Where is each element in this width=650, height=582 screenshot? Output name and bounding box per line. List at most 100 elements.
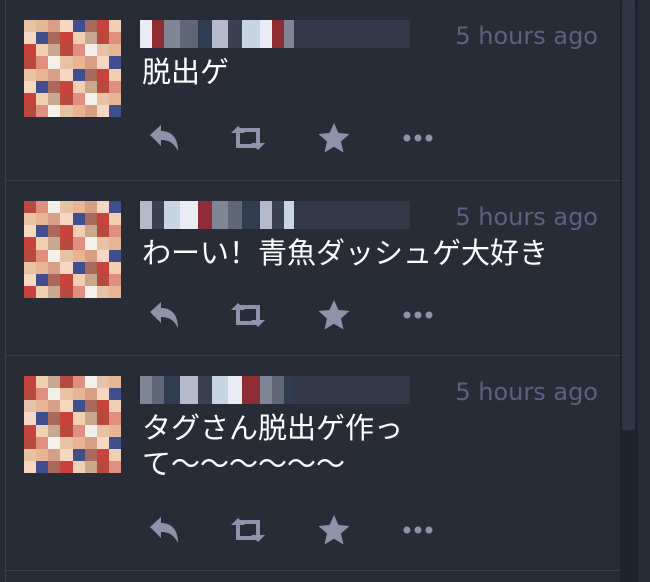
avatar-pixel bbox=[48, 80, 61, 93]
more-button[interactable] bbox=[398, 118, 438, 158]
avatar[interactable] bbox=[24, 20, 121, 117]
boost-button[interactable] bbox=[228, 295, 268, 335]
favourite-button[interactable] bbox=[314, 510, 354, 550]
avatar-pixel bbox=[96, 261, 109, 274]
avatar-pixel bbox=[108, 436, 121, 449]
avatar-pixel bbox=[60, 376, 73, 389]
avatar-pixel bbox=[84, 400, 97, 413]
name-pixel bbox=[284, 20, 294, 48]
avatar-pixel bbox=[108, 273, 121, 286]
avatar-pixel bbox=[36, 56, 49, 69]
avatar-pixel bbox=[96, 412, 109, 425]
avatar-pixel bbox=[84, 56, 97, 69]
avatar-pixel bbox=[24, 249, 37, 262]
avatar-pixel bbox=[72, 56, 85, 69]
name-pixel bbox=[152, 201, 164, 229]
avatar-pixel bbox=[60, 249, 73, 262]
reply-icon bbox=[150, 302, 178, 328]
avatar-pixel bbox=[96, 225, 109, 238]
avatar-pixel bbox=[108, 400, 121, 413]
name-pixel bbox=[212, 201, 228, 229]
boost-button[interactable] bbox=[228, 510, 268, 550]
avatar-pixel bbox=[72, 412, 85, 425]
name-pixel bbox=[272, 20, 284, 48]
avatar-pixel bbox=[36, 460, 49, 473]
name-pixel bbox=[198, 376, 212, 404]
avatar-pixel bbox=[60, 104, 73, 117]
avatar-pixel bbox=[24, 56, 37, 69]
avatar-pixel bbox=[72, 92, 85, 105]
boost-button[interactable] bbox=[228, 118, 268, 158]
favourite-button[interactable] bbox=[314, 295, 354, 335]
avatar-pixel bbox=[60, 201, 73, 214]
avatar-pixel bbox=[60, 261, 73, 274]
avatar-pixel bbox=[24, 92, 37, 105]
more-button[interactable] bbox=[398, 510, 438, 550]
name-pixel bbox=[180, 20, 198, 48]
favourite-button[interactable] bbox=[314, 118, 354, 158]
avatar-pixel bbox=[36, 285, 49, 298]
avatar-pixel bbox=[72, 225, 85, 238]
name-pixel bbox=[354, 376, 380, 404]
timestamp[interactable]: 5 hours ago bbox=[455, 22, 598, 50]
avatar-pixel bbox=[96, 20, 109, 33]
avatar-pixel bbox=[36, 273, 49, 286]
reply-button[interactable] bbox=[144, 118, 184, 158]
display-name[interactable] bbox=[140, 201, 410, 229]
avatar-pixel bbox=[24, 424, 37, 437]
avatar-pixel bbox=[24, 376, 37, 389]
avatar-pixel bbox=[24, 104, 37, 117]
timestamp[interactable]: 5 hours ago bbox=[455, 378, 598, 406]
name-pixel bbox=[380, 376, 410, 404]
avatar-pixel bbox=[24, 32, 37, 45]
avatar-pixel bbox=[96, 213, 109, 226]
avatar-pixel bbox=[96, 424, 109, 437]
action-bar bbox=[144, 510, 444, 550]
avatar-pixel bbox=[84, 237, 97, 250]
name-pixel bbox=[324, 201, 354, 229]
avatar-pixel bbox=[48, 104, 61, 117]
avatar[interactable] bbox=[24, 376, 121, 473]
avatar-pixel bbox=[108, 80, 121, 93]
avatar-pixel bbox=[72, 273, 85, 286]
avatar-pixel bbox=[48, 249, 61, 262]
avatar-pixel bbox=[96, 400, 109, 413]
avatar-pixel bbox=[108, 225, 121, 238]
avatar-pixel bbox=[72, 424, 85, 437]
avatar-pixel bbox=[96, 44, 109, 57]
display-name[interactable] bbox=[140, 20, 410, 48]
avatar-pixel bbox=[48, 237, 61, 250]
display-name[interactable] bbox=[140, 376, 410, 404]
avatar-pixel bbox=[48, 400, 61, 413]
avatar-pixel bbox=[84, 448, 97, 461]
more-button[interactable] bbox=[398, 295, 438, 335]
avatar-pixel bbox=[24, 400, 37, 413]
avatar[interactable] bbox=[24, 201, 121, 298]
avatar-pixel bbox=[36, 237, 49, 250]
name-pixel bbox=[140, 20, 152, 48]
reply-button[interactable] bbox=[144, 510, 184, 550]
avatar-pixel bbox=[72, 32, 85, 45]
status-item: 5 hours ago わーい！青魚ダッシュゲ大好き bbox=[6, 181, 620, 356]
avatar-pixel bbox=[48, 92, 61, 105]
avatar-pixel bbox=[96, 92, 109, 105]
reply-button[interactable] bbox=[144, 295, 184, 335]
avatar-pixel bbox=[72, 20, 85, 33]
avatar-pixel bbox=[108, 424, 121, 437]
avatar-pixel bbox=[60, 273, 73, 286]
avatar-pixel bbox=[108, 201, 121, 214]
avatar-pixel bbox=[96, 249, 109, 262]
timestamp[interactable]: 5 hours ago bbox=[455, 203, 598, 231]
avatar-pixel bbox=[60, 412, 73, 425]
avatar-pixel bbox=[36, 104, 49, 117]
avatar-pixel bbox=[108, 68, 121, 81]
name-pixel bbox=[242, 376, 260, 404]
avatar-pixel bbox=[96, 376, 109, 389]
avatar-pixel bbox=[108, 237, 121, 250]
avatar-pixel bbox=[48, 201, 61, 214]
avatar-pixel bbox=[36, 225, 49, 238]
scrollbar-thumb[interactable] bbox=[622, 0, 635, 430]
avatar-pixel bbox=[108, 92, 121, 105]
avatar-pixel bbox=[36, 32, 49, 45]
avatar-pixel bbox=[48, 285, 61, 298]
